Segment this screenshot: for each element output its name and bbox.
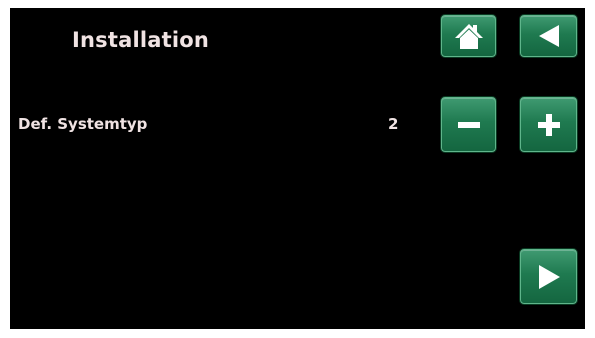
page-title: Installation	[72, 28, 210, 52]
home-icon	[454, 24, 483, 49]
home-button[interactable]	[441, 15, 496, 57]
display-screen: Installation Def. Systemtyp 2	[10, 8, 585, 329]
back-button[interactable]	[520, 15, 577, 57]
setting-value: 2	[388, 115, 399, 133]
plus-icon	[537, 113, 560, 136]
decrease-button[interactable]	[441, 97, 496, 152]
forward-arrow-icon	[538, 264, 560, 289]
increase-button[interactable]	[520, 97, 577, 152]
next-button[interactable]	[520, 249, 577, 304]
back-arrow-icon	[538, 25, 559, 47]
minus-icon	[457, 121, 480, 128]
setting-label: Def. Systemtyp	[18, 115, 148, 133]
